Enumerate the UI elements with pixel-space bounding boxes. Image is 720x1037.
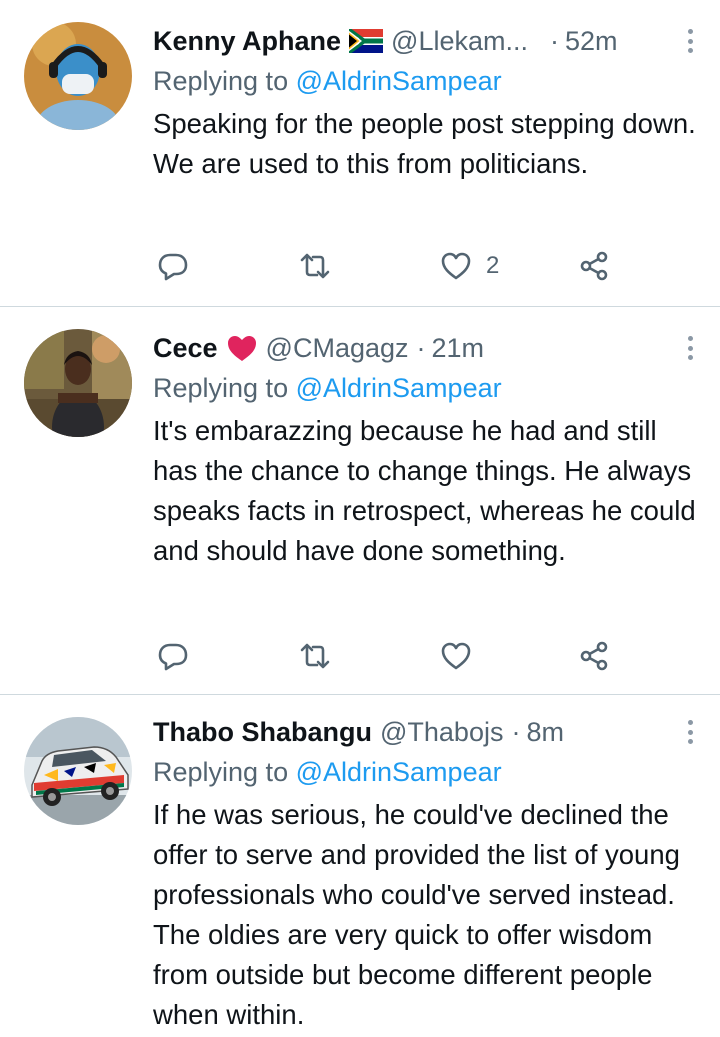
tweet-time[interactable]: 21m (432, 333, 485, 364)
tweet-text: Speaking for the people post stepping do… (153, 108, 696, 179)
reply-button[interactable] (157, 638, 189, 674)
tweet-1[interactable]: Kenny Aphane @Llekam... · 52m Replying t… (0, 0, 720, 306)
avatar-kenny-aphane[interactable] (24, 22, 132, 130)
more-options-icon[interactable] (680, 333, 700, 363)
mention-link[interactable]: @AldrinSampear (296, 373, 502, 403)
red-heart-icon (226, 334, 258, 362)
tweet-text: It's embarazzing because he had and stil… (153, 415, 696, 566)
retweet-button[interactable] (299, 248, 331, 284)
author-name[interactable]: Cece (153, 333, 218, 364)
more-options-icon[interactable] (680, 26, 700, 56)
tweet-time[interactable]: 8m (526, 717, 564, 748)
tweet-actions (153, 638, 623, 674)
like-button[interactable] (440, 638, 486, 674)
tweet-3[interactable]: Thabo Shabangu @Thabojs · 8m Replying to… (0, 695, 720, 1037)
share-icon (580, 251, 608, 281)
separator-dot: · (416, 332, 426, 363)
reply-icon (158, 253, 188, 281)
like-button[interactable]: 2 (440, 248, 499, 284)
avatar-thabo-shabangu[interactable] (24, 717, 132, 825)
author-handle[interactable]: @CMagagz (266, 333, 409, 364)
replying-to: Replying to @AldrinSampear (153, 371, 700, 405)
tweet-2[interactable]: Cece @CMagagz · 21m Replying to @AldrinS… (0, 307, 720, 694)
mention-link[interactable]: @AldrinSampear (296, 66, 502, 96)
author-name[interactable]: Kenny Aphane (153, 26, 341, 57)
like-count: 2 (486, 252, 500, 279)
more-options-icon[interactable] (680, 717, 700, 747)
avatar-image (24, 329, 132, 437)
separator-dot: · (511, 716, 521, 747)
share-icon (580, 641, 608, 671)
author-handle[interactable]: @Llekam... (391, 26, 528, 57)
tweet-time[interactable]: 52m (565, 26, 618, 57)
replying-to-label: Replying to (153, 373, 296, 403)
reply-icon (158, 643, 188, 671)
replying-to-label: Replying to (153, 757, 296, 787)
avatar-cece[interactable] (24, 329, 132, 437)
avatar-image (24, 717, 132, 825)
retweet-button[interactable] (299, 638, 331, 674)
avatar-image (24, 22, 132, 130)
heart-icon (441, 252, 471, 280)
retweet-icon (300, 643, 330, 669)
replying-to-label: Replying to (153, 66, 296, 96)
mention-link[interactable]: @AldrinSampear (296, 757, 502, 787)
tweet-actions: 2 (153, 248, 623, 284)
replying-to: Replying to @AldrinSampear (153, 64, 700, 98)
heart-icon (441, 642, 471, 670)
replying-to: Replying to @AldrinSampear (153, 755, 700, 789)
separator-dot: · (549, 25, 559, 56)
reply-button[interactable] (157, 248, 189, 284)
author-name[interactable]: Thabo Shabangu (153, 717, 372, 748)
tweet-text: If he was serious, he could've declined … (153, 799, 680, 1030)
south-africa-flag-icon (349, 29, 384, 53)
share-button[interactable] (578, 638, 610, 674)
author-handle[interactable]: @Thabojs (380, 717, 503, 748)
share-button[interactable] (578, 248, 610, 284)
retweet-icon (300, 253, 330, 279)
